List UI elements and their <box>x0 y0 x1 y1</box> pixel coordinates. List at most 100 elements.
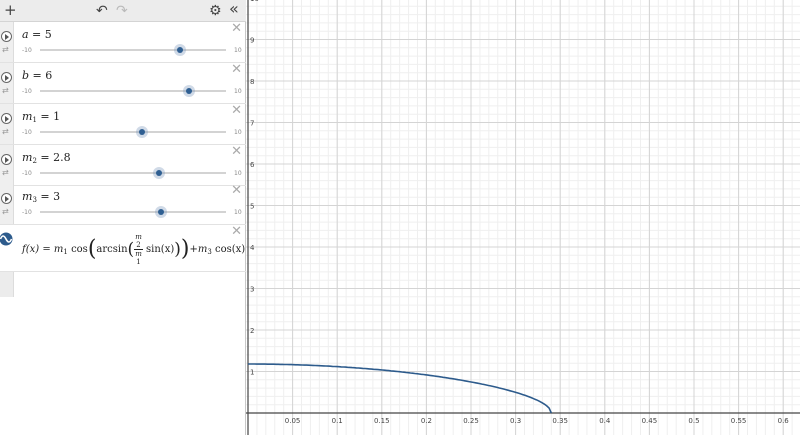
cos-operator: cos <box>71 244 88 255</box>
expression-gutter: ⇄ <box>0 63 14 103</box>
left-paren-inner: ( <box>127 239 135 260</box>
slider-equation[interactable]: m2 = 2.8 <box>22 151 71 165</box>
slider-equation[interactable]: m1 = 1 <box>22 110 60 124</box>
slider-handle[interactable] <box>182 85 195 97</box>
add-item-icon[interactable]: + <box>4 1 17 19</box>
y-tick-label: 3 <box>250 286 254 294</box>
graph-canvas[interactable]: 0.05 0.1 0.15 0.2 0.25 0.3 0.35 0.4 0.45 0.5 0.55 0… <box>246 0 800 435</box>
delete-expression-close-icon[interactable]: ✕ <box>231 63 242 77</box>
equals-sign: = <box>42 244 51 255</box>
slider-track[interactable] <box>40 167 226 179</box>
function-expression-row[interactable]: f(x) = m1 cos(arcsin(m 2 m 1 sin(x)))+m3 co… <box>0 225 246 272</box>
y-tick-label: 1 <box>250 369 254 377</box>
slider-equation[interactable]: a = 5 <box>22 28 52 42</box>
new-expression-gutter[interactable] <box>0 272 14 297</box>
right-paren-inner: ) <box>174 239 181 260</box>
slider-track[interactable] <box>40 44 226 56</box>
y-tick-label: 5 <box>250 203 254 211</box>
x-tick-label: 0.55 <box>731 417 747 425</box>
x-tick-label: 0.4 <box>599 417 611 425</box>
delete-expression-close-icon[interactable]: ✕ <box>231 225 242 239</box>
y-tick-label: 8 <box>250 78 254 86</box>
y-tick-label: 10 <box>250 0 259 3</box>
x-tick-label: 0.25 <box>463 417 479 425</box>
slider-row-m2[interactable]: ⇄ m2 = 2.8 ✕ -10 10 <box>0 145 246 186</box>
x-tick-label: 0.3 <box>510 417 521 425</box>
function-lhs: f(x) <box>22 244 40 255</box>
animation-direction-icon[interactable]: ⇄ <box>2 169 9 177</box>
animation-direction-icon[interactable]: ⇄ <box>2 87 9 95</box>
x-tick-label: 0.2 <box>421 417 432 425</box>
x-tick-label: 0.15 <box>374 417 390 425</box>
expression-list-panel: + ↶ ↷ ⚙ « ⇄ a = 5 ✕ -10 10 ⇄ b = 6 ✕ -10 10 ⇄ m1 = … <box>0 0 246 435</box>
slider-min-label[interactable]: -10 <box>22 88 32 95</box>
expression-gutter <box>0 225 14 271</box>
delete-expression-close-icon[interactable]: ✕ <box>231 104 242 118</box>
slider-max-label[interactable]: 10 <box>234 88 242 95</box>
slider-min-label[interactable]: -10 <box>22 129 32 136</box>
slider-row-m3[interactable]: ⇄ m3 = 3 ✕ -10 10 <box>0 184 246 225</box>
slider-row-m1[interactable]: ⇄ m1 = 1 ✕ -10 10 <box>0 104 246 145</box>
expression-gutter: ⇄ <box>0 145 14 185</box>
sin-x-term: sin(x) <box>146 244 175 255</box>
slider-max-label[interactable]: 10 <box>234 170 242 177</box>
slider-row-b[interactable]: ⇄ b = 6 ✕ -10 10 <box>0 63 246 104</box>
slider-track[interactable] <box>40 206 226 218</box>
graph-style-wave-icon[interactable] <box>0 231 13 247</box>
slider-min-label[interactable]: -10 <box>22 47 32 54</box>
slider-min-label[interactable]: -10 <box>22 209 32 216</box>
play-icon[interactable] <box>1 193 12 204</box>
m3-symbol: m <box>197 244 208 255</box>
y-tick-label: 7 <box>250 120 254 128</box>
plus-sign: + <box>189 244 198 255</box>
redo-icon[interactable]: ↷ <box>116 2 128 20</box>
slider-handle[interactable] <box>173 44 186 56</box>
collapse-panel-icon[interactable]: « <box>229 0 239 18</box>
animation-direction-icon[interactable]: ⇄ <box>2 208 9 216</box>
slider-track[interactable] <box>40 126 226 138</box>
y-tick-label: 6 <box>250 161 255 169</box>
x-tick-label: 0.35 <box>552 417 568 425</box>
arcsin-operator: arcsin <box>96 244 128 255</box>
x-tick-label: 0.05 <box>285 417 301 425</box>
slider-max-label[interactable]: 10 <box>234 209 242 216</box>
expression-gutter: ⇄ <box>0 22 14 62</box>
x-tick-label: 0.1 <box>332 417 343 425</box>
play-icon[interactable] <box>1 113 12 124</box>
animation-direction-icon[interactable]: ⇄ <box>2 46 9 54</box>
delete-expression-close-icon[interactable]: ✕ <box>231 145 242 159</box>
delete-expression-close-icon[interactable]: ✕ <box>231 184 242 198</box>
slider-equation[interactable]: m3 = 3 <box>22 190 60 204</box>
y-tick-label: 2 <box>250 327 254 335</box>
delete-expression-close-icon[interactable]: ✕ <box>231 22 242 36</box>
animation-direction-icon[interactable]: ⇄ <box>2 128 9 136</box>
x-tick-label: 0.5 <box>688 417 699 425</box>
slider-row-a[interactable]: ⇄ a = 5 ✕ -10 10 <box>0 22 246 63</box>
slider-min-label[interactable]: -10 <box>22 170 32 177</box>
m2-over-m1-fraction: m2m1 <box>134 233 143 266</box>
expression-toolbar: + ↶ ↷ ⚙ « <box>0 0 246 22</box>
m1-subscript: 1 <box>63 248 68 256</box>
slider-max-label[interactable]: 10 <box>234 47 242 54</box>
slider-handle[interactable] <box>136 126 149 138</box>
x-tick-label: 0.45 <box>642 417 658 425</box>
play-icon[interactable] <box>1 72 12 83</box>
slider-equation[interactable]: b = 6 <box>22 69 52 83</box>
slider-handle[interactable] <box>154 206 167 218</box>
slider-handle[interactable] <box>153 167 166 179</box>
undo-icon[interactable]: ↶ <box>96 2 108 20</box>
m3-subscript: 3 <box>207 248 212 256</box>
x-tick-label: 0.6 <box>778 417 790 425</box>
settings-gear-icon[interactable]: ⚙ <box>209 2 222 20</box>
function-formula[interactable]: f(x) = m1 cos(arcsin(m 2 m 1 sin(x)))+m3 co… <box>22 233 245 266</box>
play-icon[interactable] <box>1 154 12 165</box>
slider-track[interactable] <box>40 85 226 97</box>
slider-max-label[interactable]: 10 <box>234 129 242 136</box>
cos-x-term: cos(x) <box>215 244 246 255</box>
y-tick-label: 4 <box>250 244 255 252</box>
y-tick-label: 9 <box>250 37 254 45</box>
expression-gutter: ⇄ <box>0 104 14 144</box>
play-icon[interactable] <box>1 31 12 42</box>
expression-gutter: ⇄ <box>0 184 14 224</box>
m1-symbol: m <box>53 244 64 255</box>
